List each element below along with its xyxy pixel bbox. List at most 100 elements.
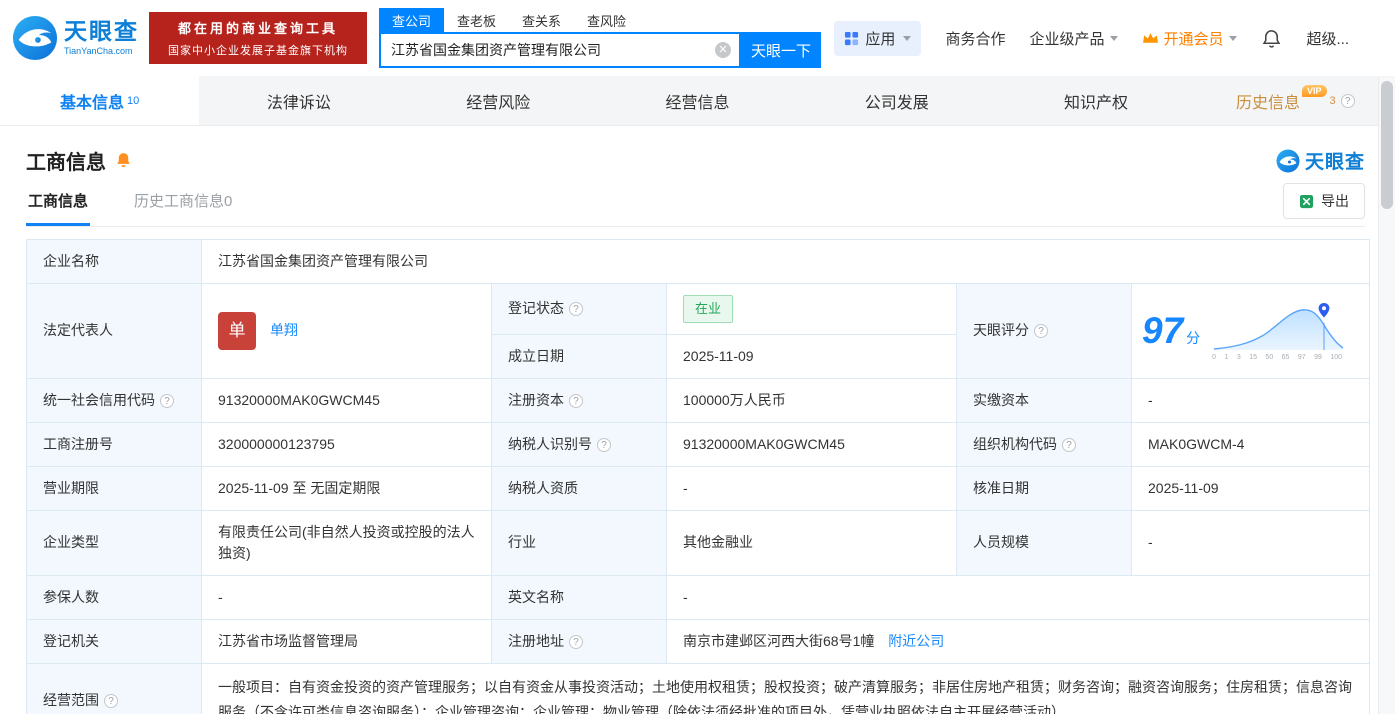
tianyancha-logo-icon <box>12 15 58 61</box>
search-input[interactable] <box>381 42 739 58</box>
score-unit: 分 <box>1186 330 1201 347</box>
section-watermark-logo: 天眼查 <box>1276 147 1365 174</box>
label-reg-capital: 注册资本? <box>491 377 667 423</box>
search-tab-risk[interactable]: 查风险 <box>574 8 639 33</box>
help-icon[interactable]: ? <box>597 437 611 452</box>
promo-line2: 国家中小企业发展子基金旗下机构 <box>168 45 348 57</box>
logo-brand-text: 天眼查 <box>64 18 139 45</box>
table-row: 企业名称 江苏省国金集团资产管理有限公司 <box>26 239 1370 284</box>
tab-company-development[interactable]: 公司发展 <box>797 76 996 125</box>
label-credit-code: 统一社会信用代码? <box>26 377 202 423</box>
tab-history-info-count: 3 <box>1329 94 1336 107</box>
tab-intellectual-property[interactable]: 知识产权 <box>996 76 1195 125</box>
tab-history-info[interactable]: 历史信息 VIP 3 ? <box>1196 76 1395 125</box>
promo-line1: 都在用的商业查询工具 <box>177 21 338 36</box>
label-business-term: 营业期限 <box>26 465 202 511</box>
help-icon[interactable]: ? <box>1340 93 1355 108</box>
legal-rep-link[interactable]: 单翔 <box>270 320 298 341</box>
value-reg-authority: 江苏省市场监督管理局 <box>201 618 492 664</box>
subtab-history-business-info[interactable]: 历史工商信息0 <box>132 190 234 226</box>
tab-company-development-label: 公司发展 <box>864 94 929 112</box>
value-english-name: - <box>666 574 1370 620</box>
value-reg-capital: 100000万人民币 <box>666 377 957 423</box>
label-approval-date: 核准日期 <box>956 465 1132 511</box>
export-button[interactable]: 导出 <box>1283 183 1365 219</box>
menu-open-vip[interactable]: 开通会员 <box>1142 28 1238 49</box>
value-insured-count: - <box>201 574 492 620</box>
value-reg-number: 320000000123795 <box>201 421 492 467</box>
table-row: 法定代表人 单 单翔 登记状态? 在业 天眼评分? 97 分 0 1 3 15 … <box>26 283 1370 379</box>
chevron-down-icon <box>903 35 912 41</box>
menu-business-cooperation[interactable]: 商务合作 <box>945 28 1005 49</box>
subtab-business-info[interactable]: 工商信息 <box>26 190 91 226</box>
notifications-button[interactable] <box>1261 28 1282 49</box>
help-icon[interactable]: ? <box>569 393 583 408</box>
bell-icon <box>1263 29 1281 48</box>
search-input-wrap: ✕ <box>379 32 741 68</box>
label-reg-status: 登记状态? <box>491 283 667 335</box>
open-vip-label: 开通会员 <box>1163 30 1224 48</box>
help-icon[interactable]: ? <box>569 302 583 317</box>
help-icon[interactable]: ? <box>1034 324 1048 339</box>
tab-intellectual-property-label: 知识产权 <box>1064 94 1129 112</box>
label-paid-capital: 实缴资本 <box>956 377 1132 423</box>
value-staff-size: - <box>1131 509 1370 576</box>
menu-enterprise-products[interactable]: 企业级产品 <box>1029 28 1119 49</box>
table-row: 统一社会信用代码? 91320000MAK0GWCM45 注册资本? 10000… <box>26 377 1370 423</box>
menu-super-vip[interactable]: 超级... <box>1306 28 1349 49</box>
search-tab-relation[interactable]: 查关系 <box>509 8 574 33</box>
nearby-companies-link[interactable]: 附近公司 <box>888 633 944 649</box>
sub-tabs: 工商信息 历史工商信息0 导出 <box>26 183 1365 227</box>
tab-operation-risk-label: 经营风险 <box>466 94 531 112</box>
tab-legal-litigation-label: 法律诉讼 <box>266 94 331 112</box>
value-credit-code: 91320000MAK0GWCM45 <box>201 377 492 423</box>
top-header: 天眼查 TianYanCha.com 都在用的商业查询工具 国家中小企业发展子基… <box>0 0 1395 76</box>
table-row: 经营范围? 一般项目：自有资金投资的资产管理服务；以自有资金从事投资活动；土地使… <box>26 662 1370 714</box>
label-reg-address: 注册地址? <box>491 618 667 664</box>
label-industry: 行业 <box>491 509 667 576</box>
help-icon[interactable]: ? <box>1062 437 1076 452</box>
value-taxpayer-id: 91320000MAK0GWCM45 <box>666 421 957 467</box>
value-company-type: 有限责任公司(非自然人投资或控股的法人独资) <box>201 509 492 576</box>
watermark-brand-text: 天眼查 <box>1304 152 1365 173</box>
label-business-scope: 经营范围? <box>26 662 202 714</box>
tab-operation-info-label: 经营信息 <box>665 94 730 112</box>
header-menu: 应用 商务合作 企业级产品 开通会员 超级... <box>834 20 1395 56</box>
help-icon[interactable]: ? <box>160 393 174 408</box>
label-taxpayer-id: 纳税人识别号? <box>491 421 667 467</box>
vertical-scrollbar[interactable] <box>1378 77 1395 714</box>
label-reg-authority: 登记机关 <box>26 618 202 664</box>
score-number: 97 分 <box>1142 310 1201 352</box>
help-icon[interactable]: ? <box>569 634 583 649</box>
tab-operation-risk[interactable]: 经营风险 <box>399 76 598 125</box>
export-label: 导出 <box>1321 193 1349 209</box>
value-reg-status: 在业 <box>666 283 957 335</box>
value-reg-address: 南京市建邺区河西大街68号1幢 附近公司 <box>666 618 1370 664</box>
value-company-name: 江苏省国金集团资产管理有限公司 <box>201 239 1370 284</box>
legal-rep-avatar[interactable]: 单 <box>218 311 256 350</box>
table-row: 营业期限 2025-11-09 至 无固定期限 纳税人资质 - 核准日期 202… <box>26 465 1370 511</box>
subscribe-bell-icon[interactable] <box>114 151 133 170</box>
search-tab-company[interactable]: 查公司 <box>379 7 445 33</box>
search-tab-boss[interactable]: 查老板 <box>444 8 509 33</box>
apps-menu[interactable]: 应用 <box>834 20 922 56</box>
tab-basic-info[interactable]: 基本信息 10 <box>0 76 200 125</box>
value-approval-date: 2025-11-09 <box>1131 465 1370 511</box>
tianyancha-logo[interactable]: 天眼查 TianYanCha.com <box>12 15 139 61</box>
tab-legal-litigation[interactable]: 法律诉讼 <box>199 76 398 125</box>
scrollbar-thumb[interactable] <box>1381 81 1393 209</box>
label-staff-size: 人员规模 <box>956 509 1132 576</box>
tianyancha-logo-icon <box>1276 149 1300 172</box>
label-reg-number: 工商注册号 <box>26 421 202 467</box>
tab-operation-info[interactable]: 经营信息 <box>598 76 797 125</box>
clear-icon[interactable]: ✕ <box>715 42 731 58</box>
value-business-term: 2025-11-09 至 无固定期限 <box>201 465 492 511</box>
label-org-code: 组织机构代码? <box>956 421 1132 467</box>
search-button[interactable]: 天眼一下 <box>741 32 821 68</box>
location-pin-icon <box>1318 302 1330 318</box>
label-company-type: 企业类型 <box>26 509 202 576</box>
help-icon[interactable]: ? <box>104 693 118 708</box>
page-title: 工商信息 <box>26 152 106 174</box>
tab-history-info-label: 历史信息 <box>1236 94 1301 112</box>
apps-label: 应用 <box>865 30 896 48</box>
